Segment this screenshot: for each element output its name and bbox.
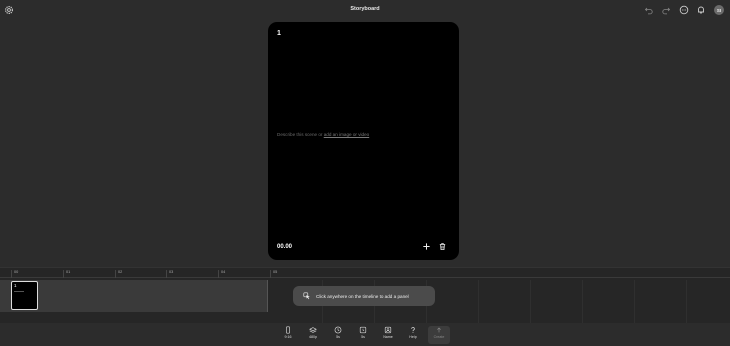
name-button[interactable]: Name (378, 326, 398, 344)
create-button[interactable]: Create (428, 326, 450, 344)
panel-time: 00.00 (277, 244, 293, 250)
add-media-link[interactable]: add an image or video (324, 132, 369, 137)
panel-card[interactable]: 1 Describe this scene or add an image or… (268, 22, 459, 260)
panel-description[interactable]: Describe this scene or add an image or v… (277, 132, 369, 137)
timeline-divider (634, 280, 635, 324)
upload-icon (435, 326, 443, 334)
timeline-divider (686, 280, 687, 324)
cursor-click-icon (303, 292, 311, 300)
help-button[interactable]: Help (403, 326, 423, 344)
undo-icon[interactable] (644, 5, 654, 15)
timeline-ruler[interactable]: 00 01 02 03 04 05 (0, 268, 730, 278)
toolbar-label: 480p (309, 335, 317, 339)
toolbar-label: Help (409, 335, 417, 339)
trash-icon[interactable] (438, 242, 447, 251)
name-icon (384, 326, 392, 334)
panel-number: 1 (277, 30, 281, 37)
toolbar-label: Create (433, 335, 445, 339)
ruler-tick: 02 (115, 270, 122, 278)
timeline-divider (582, 280, 583, 324)
plus-icon[interactable] (422, 242, 431, 251)
timeline-divider (530, 280, 531, 324)
ruler-tick: 03 (166, 270, 173, 278)
bell-icon[interactable] (696, 5, 706, 15)
thumbnail-placeholder (14, 291, 24, 292)
aspect-ratio-button[interactable]: 9:16 (278, 326, 298, 344)
thumbnail-number: 1 (14, 283, 17, 288)
help-icon (409, 326, 417, 334)
bottom-toolbar: 9:16 480p 5s 5s Name Help Create (0, 323, 730, 346)
ruler-tick: 05 (270, 270, 277, 278)
resolution-button[interactable]: 480p (303, 326, 323, 344)
panel-duration-button[interactable]: 5s (353, 326, 373, 344)
phone-icon (284, 326, 292, 334)
page-title: Storyboard (350, 6, 380, 12)
comment-icon[interactable] (679, 5, 689, 15)
timeline[interactable]: 00 01 02 03 04 05 1 Click anywhere on th… (0, 267, 730, 324)
timeline-hint-text: Click anywhere on the timeline to add a … (316, 293, 409, 299)
toolbar-label: Name (383, 335, 393, 339)
toolbar-label: 5s (361, 335, 365, 339)
timeline-track[interactable] (0, 280, 268, 312)
timeline-hint: Click anywhere on the timeline to add a … (293, 286, 435, 306)
ruler-tick: 00 (11, 270, 18, 278)
duration-button[interactable]: 5s (328, 326, 348, 344)
layers-icon (309, 326, 317, 334)
toolbar-label: 9:16 (284, 335, 292, 339)
timer-icon (359, 326, 367, 334)
redo-icon[interactable] (661, 5, 671, 15)
timeline-divider (478, 280, 479, 324)
panel-thumbnail[interactable]: 1 (11, 281, 38, 310)
toolbar-label: 5s (336, 335, 340, 339)
panel-description-prompt: Describe this scene or (277, 132, 323, 137)
avatar[interactable]: SI (714, 5, 724, 15)
top-bar: Storyboard SI (0, 0, 730, 20)
ruler-tick: 01 (63, 270, 70, 278)
clock-icon (334, 326, 342, 334)
storyboard-app: Storyboard SI 1 Describe this scene or a… (0, 0, 730, 346)
ruler-tick: 04 (218, 270, 225, 278)
